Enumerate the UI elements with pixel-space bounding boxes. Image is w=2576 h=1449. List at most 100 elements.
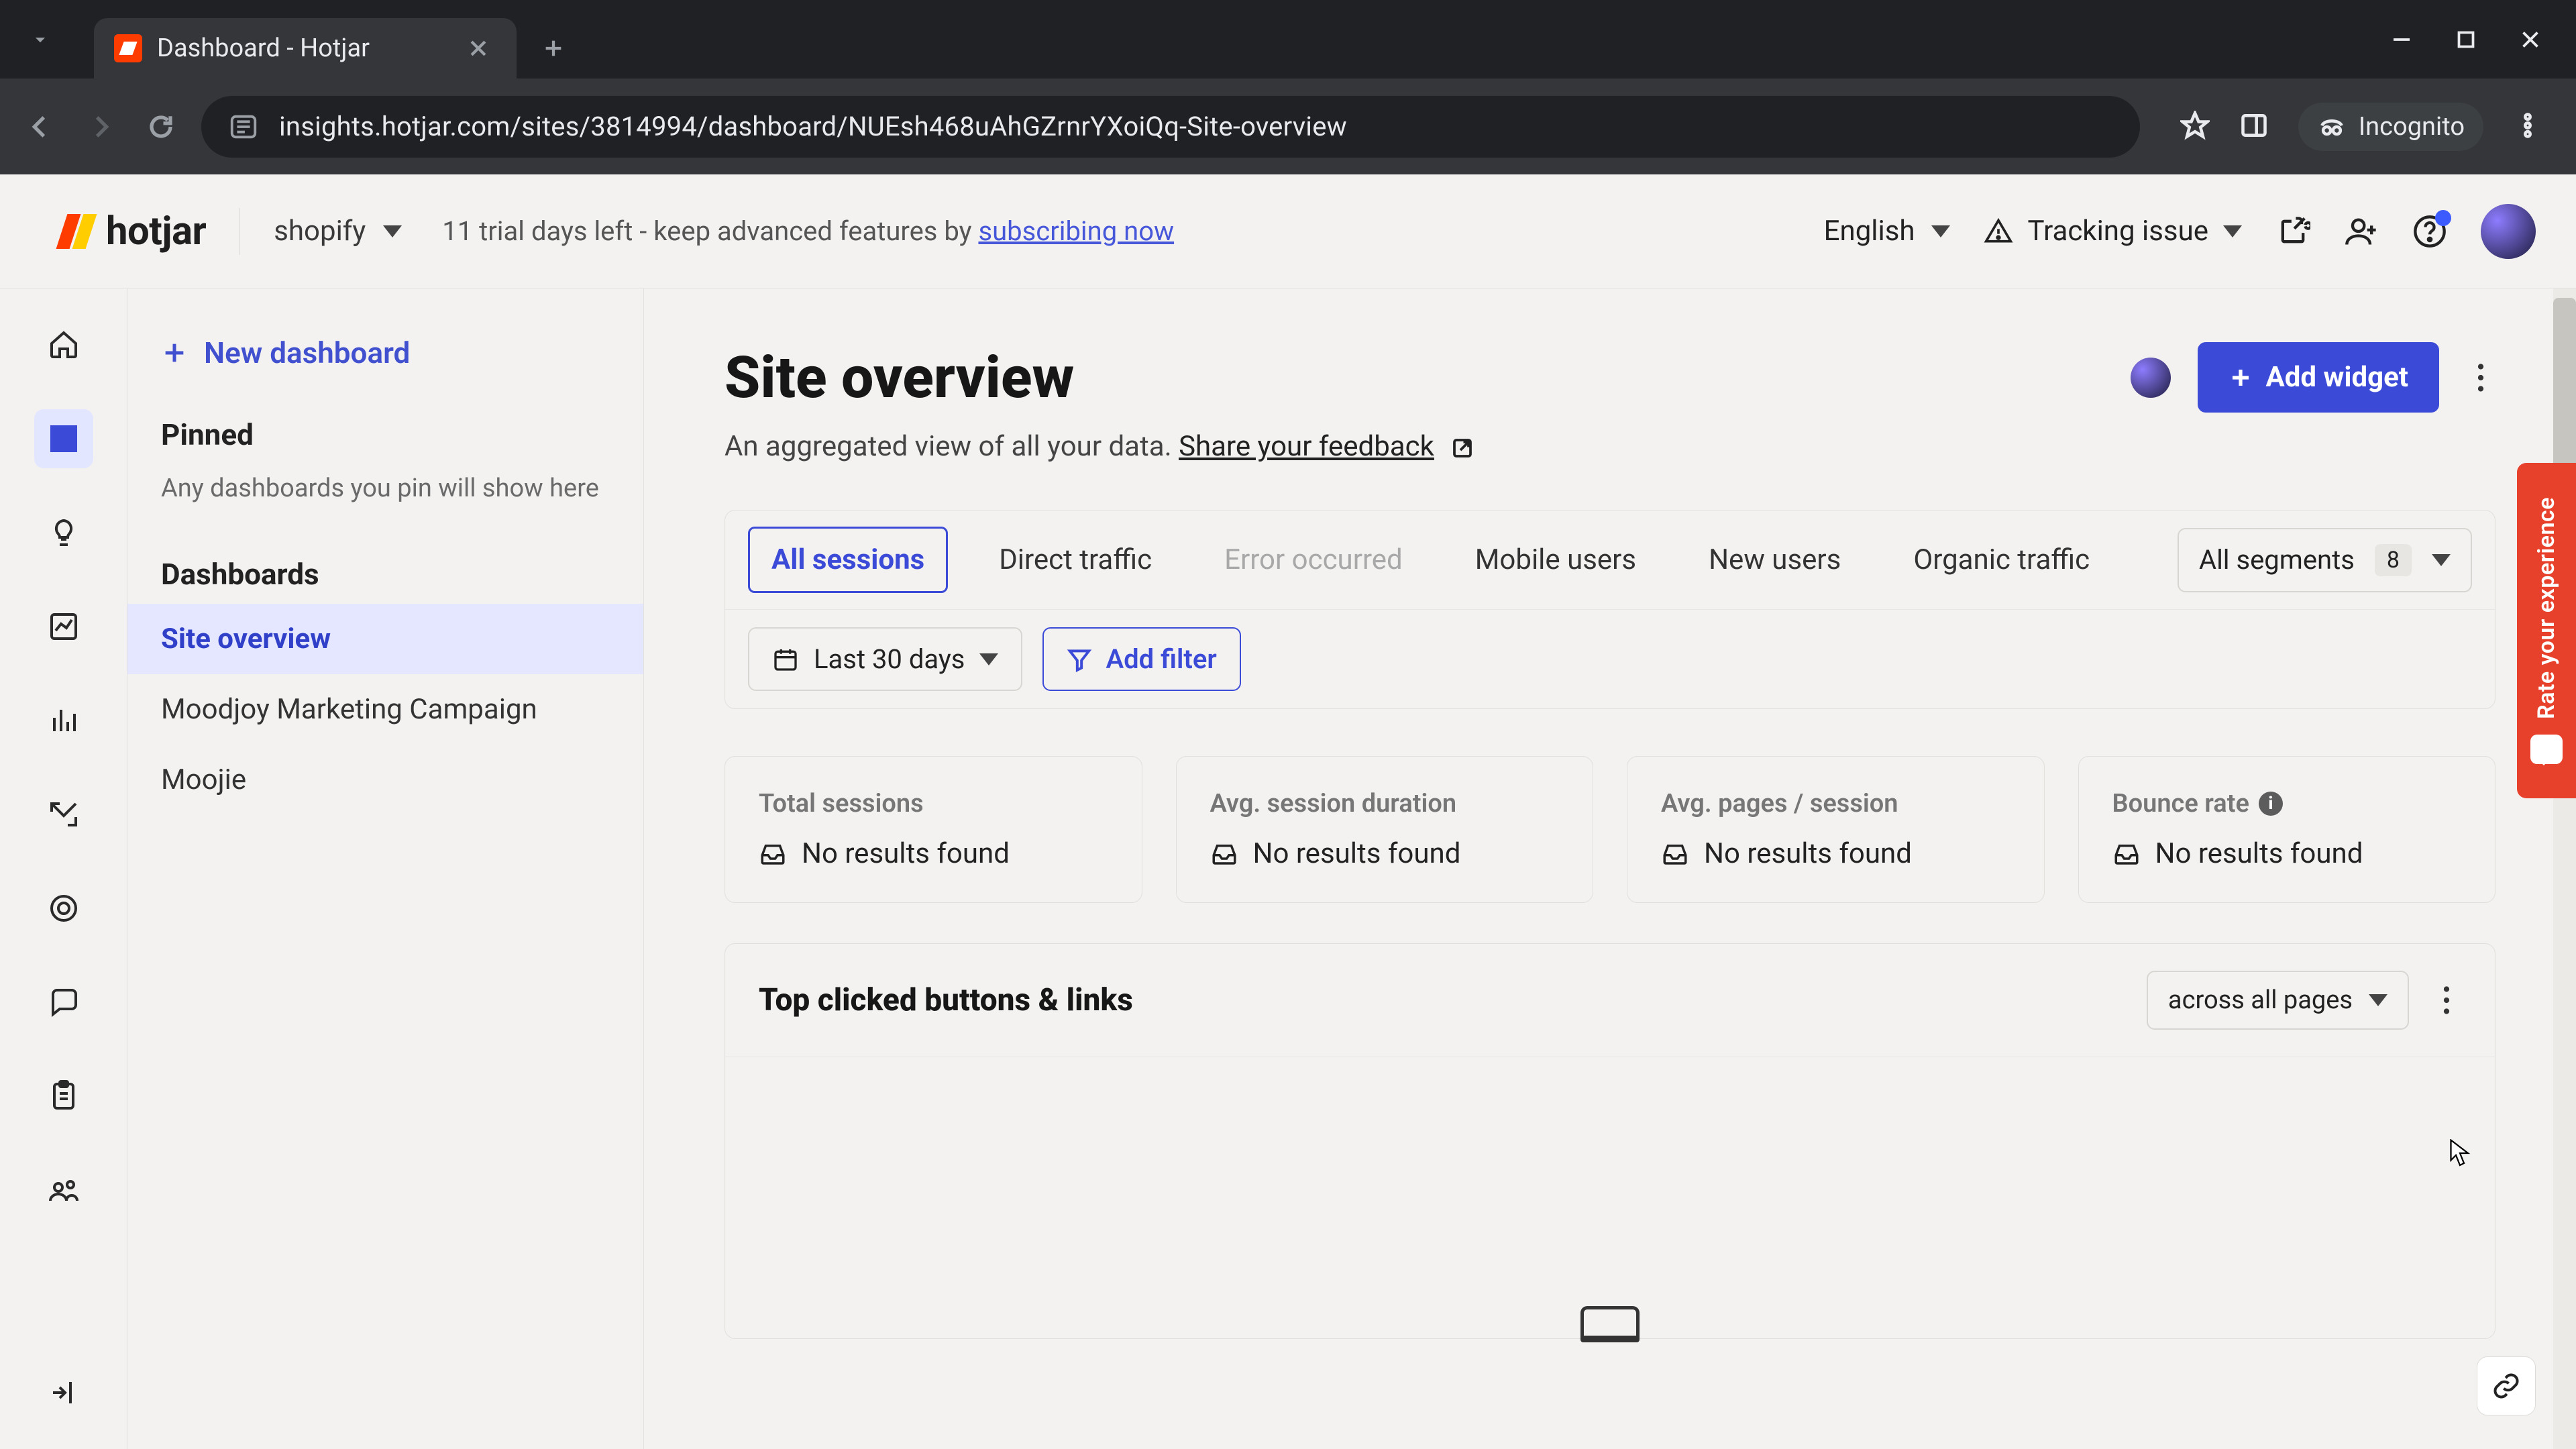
site-info-icon[interactable] [228,111,259,142]
metric-value: No results found [1253,837,1461,870]
tracking-label: Tracking issue [2028,215,2208,248]
segment-tab-mobile-users[interactable]: Mobile users [1454,529,1658,591]
empty-inbox-icon [759,840,787,868]
new-tab-button[interactable] [530,25,577,72]
rail-surveys[interactable] [34,1067,93,1126]
incognito-chip[interactable]: Incognito [2298,103,2483,151]
subtitle-text: An aggregated view of all your data. [724,430,1179,463]
window-minimize-button[interactable] [2390,28,2414,52]
segment-tab-error-occurred[interactable]: Error occurred [1203,529,1424,591]
browser-tab-active[interactable]: Dashboard - Hotjar [94,18,517,78]
segment-label: New users [1709,543,1841,576]
widget-title: Top clicked buttons & links [759,982,1133,1018]
pinned-heading: Pinned [127,390,643,464]
external-link-icon [1450,436,1474,460]
trial-text: 11 trial days left - keep advanced featu… [442,215,978,247]
segment-tab-new-users[interactable]: New users [1687,529,1862,591]
window-maximize-button[interactable] [2454,28,2478,52]
hotjar-logo[interactable]: hotjar [60,209,206,254]
collaborator-avatar[interactable] [2131,358,2171,398]
subscribe-link[interactable]: subscribing now [978,215,1174,247]
chevron-down-icon [383,225,402,237]
feedback-tab-label: Rate your experience [2533,497,2560,719]
page-title: Site overview [724,343,1074,411]
rail-home[interactable] [34,315,93,374]
widget-top-clicked: Top clicked buttons & links across all p… [724,943,2496,1339]
chevron-down-icon [2223,225,2242,237]
rail-dashboards[interactable] [34,409,93,468]
rail-heatmaps[interactable] [34,691,93,750]
new-dashboard-button[interactable]: New dashboard [127,315,643,390]
rail-engage[interactable] [34,1161,93,1220]
segment-tab-organic-traffic[interactable]: Organic traffic [1892,529,2111,591]
sidebar-item-site-overview[interactable]: Site overview [127,604,643,674]
new-dashboard-label: New dashboard [204,335,410,370]
copy-link-button[interactable] [2477,1356,2536,1415]
date-range-label: Last 30 days [814,643,965,675]
sidebar-item-label: Moodjoy Marketing Campaign [161,693,537,726]
metric-avg-session-duration: Avg. session duration No results found [1176,756,1594,903]
dashboards-sidebar: New dashboard Pinned Any dashboards you … [127,288,644,1449]
rail-feedback[interactable] [34,973,93,1032]
user-avatar[interactable] [2481,204,2536,259]
metric-value: No results found [802,837,1010,870]
tab-search-button[interactable] [0,0,80,78]
page-more-menu[interactable] [2466,363,2496,392]
sidebar-item-label: Moojie [161,763,246,796]
url-input[interactable]: insights.hotjar.com/sites/3814994/dashbo… [201,96,2140,158]
sidebar-item-moodjoy[interactable]: Moodjoy Marketing Campaign [127,674,643,745]
help-icon[interactable] [2412,214,2447,249]
segment-label: Mobile users [1475,543,1636,576]
chevron-down-icon [1931,225,1950,237]
widget-body-empty [725,1057,2495,1338]
site-switcher-label: shopify [274,215,366,248]
add-filter-button[interactable]: Add filter [1042,627,1240,691]
speech-bubble-icon [2530,735,2563,764]
metric-label: Bounce rate [2112,789,2249,818]
share-feedback-link[interactable]: Share your feedback [1179,430,1434,463]
bookmark-star-icon[interactable] [2180,111,2210,143]
trial-banner: 11 trial days left - keep advanced featu… [442,215,1174,247]
invite-user-icon[interactable] [2344,214,2379,249]
chevron-down-icon [979,653,998,665]
segment-tab-direct-traffic[interactable]: Direct traffic [977,529,1173,591]
browser-address-bar: insights.hotjar.com/sites/3814994/dashbo… [0,78,2576,174]
window-close-button[interactable] [2518,28,2542,52]
site-switcher[interactable]: shopify [274,215,402,248]
sidebar-item-moojie[interactable]: Moojie [127,745,643,815]
empty-inbox-icon [1210,840,1238,868]
segment-label: Error occurred [1224,543,1403,576]
browser-menu-button[interactable] [2513,111,2542,143]
chevron-down-icon [2369,994,2387,1006]
metric-value: No results found [1704,837,1912,870]
feedback-side-tab[interactable]: Rate your experience [2517,463,2576,798]
metric-value: No results found [2155,837,2363,870]
rail-recordings[interactable] [34,879,93,938]
nav-back-button[interactable] [20,107,60,147]
tracking-status[interactable]: Tracking issue [1984,215,2242,248]
rail-collapse-button[interactable] [34,1363,93,1422]
rail-highlights[interactable] [34,503,93,562]
metric-total-sessions: Total sessions No results found [724,756,1142,903]
rail-trends[interactable] [34,597,93,656]
widget-scope-dropdown[interactable]: across all pages [2147,971,2409,1030]
rail-funnels[interactable] [34,785,93,844]
tab-title: Dashboard - Hotjar [157,34,370,63]
integrations-icon[interactable] [2275,214,2310,249]
widget-scope-label: across all pages [2168,985,2353,1015]
segment-tab-all-sessions[interactable]: All sessions [748,527,948,593]
nav-reload-button[interactable] [141,107,181,147]
info-icon[interactable]: i [2259,792,2283,816]
date-range-picker[interactable]: Last 30 days [748,627,1022,691]
language-switcher[interactable]: English [1824,215,1950,248]
side-panel-icon[interactable] [2239,111,2269,143]
pinned-hint: Any dashboards you pin will show here [127,464,643,530]
tab-close-button[interactable] [467,37,490,60]
add-widget-button[interactable]: Add widget [2198,342,2439,413]
all-segments-dropdown[interactable]: All segments 8 [2178,528,2472,592]
nav-forward-button[interactable] [80,107,121,147]
nav-rail [0,288,127,1449]
url-text: insights.hotjar.com/sites/3814994/dashbo… [279,111,1347,142]
segments-panel: All sessions Direct traffic Error occurr… [724,510,2496,709]
widget-more-menu[interactable] [2432,985,2461,1015]
